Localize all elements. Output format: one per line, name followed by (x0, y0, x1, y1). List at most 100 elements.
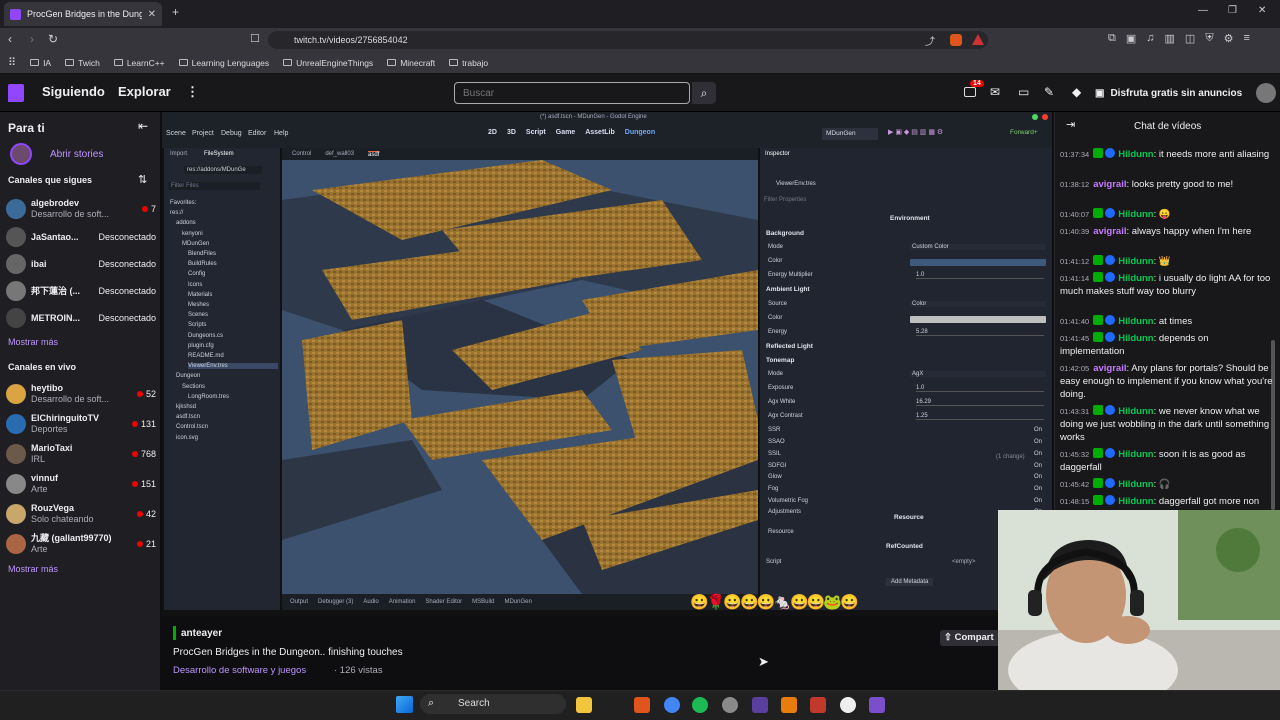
brush-icon[interactable]: ✎ (1044, 85, 1054, 99)
channel-name[interactable]: anteayer (181, 628, 222, 639)
bits-icon[interactable]: ◆ (1072, 85, 1081, 99)
turbo-promo-button[interactable]: ▣ Disfruta gratis sin anuncios (1095, 85, 1247, 101)
sidebar-icon[interactable]: ▥ (1165, 32, 1175, 45)
forward-icon[interactable]: › (30, 32, 34, 46)
chat-username[interactable]: Hildunn (1118, 449, 1153, 460)
vpn-icon[interactable]: ⛨ (1205, 32, 1213, 45)
collapse-sidebar-icon[interactable]: ⇤ (138, 119, 148, 133)
channel-category: Arte (31, 484, 48, 494)
chat-username[interactable]: Hildunn (1118, 496, 1153, 507)
inbox-icon[interactable]: ✉ (990, 85, 1000, 99)
chat-username[interactable]: Hildunn (1118, 273, 1153, 284)
new-tab-icon[interactable]: + (172, 5, 179, 19)
share-icon[interactable]: ⤴ (925, 33, 935, 48)
live-channel[interactable]: 九藏 (gallant99770) Arte 21 (6, 531, 156, 557)
app-icon[interactable] (752, 697, 768, 713)
live-channel[interactable]: MarioTaxi IRL 768 (6, 441, 156, 467)
chat-username[interactable]: Hildunn (1118, 406, 1153, 417)
chrome-icon[interactable] (664, 697, 680, 713)
show-more-followed[interactable]: Mostrar más (8, 337, 58, 347)
browse-link[interactable]: Explorar (118, 84, 171, 99)
extension-icon[interactable]: ⧉ (1108, 32, 1116, 45)
webcam-overlay (998, 510, 1280, 690)
chat-username[interactable]: Hildunn (1118, 256, 1153, 267)
minimize-icon[interactable]: — (1198, 5, 1208, 16)
screenshot-icon[interactable]: ▣ (1126, 32, 1136, 45)
chat-username[interactable]: avigrail (1093, 179, 1126, 190)
chat-username[interactable]: Hildunn (1118, 209, 1153, 220)
url-field[interactable]: twitch.tv/videos/2756854042 (268, 31, 988, 49)
res-path-field: res://addons/MDunGe (184, 166, 262, 174)
channel-avatar (6, 384, 26, 404)
bookmark-folder[interactable]: Twich (65, 58, 100, 68)
brave-browser-icon[interactable] (634, 697, 650, 713)
search-button[interactable]: ⌕ (692, 82, 716, 104)
for-you-heading: Para ti (8, 121, 45, 135)
bookmark-folder[interactable]: LearnC++ (113, 58, 165, 68)
prime-loot-icon[interactable] (964, 87, 976, 97)
taskbar-search[interactable]: Search (420, 694, 566, 714)
brave-rewards-icon[interactable] (972, 34, 984, 45)
chat-username[interactable]: Hildunn (1118, 333, 1153, 344)
bookmark-folder[interactable]: Learning Lenguages (178, 58, 269, 68)
collapse-chat-icon[interactable]: ⇥ (1066, 118, 1075, 131)
wallet-icon[interactable]: ◫ (1185, 32, 1195, 45)
chat-username[interactable]: Hildunn (1118, 479, 1153, 490)
sort-icon[interactable]: ⇅ (138, 173, 147, 186)
bookmark-folder[interactable]: UnrealEngineThings (283, 58, 373, 68)
live-channel[interactable]: vinnuf Arte 151 (6, 471, 156, 497)
twitch-logo[interactable] (8, 84, 24, 102)
close-tab-icon[interactable]: ✕ (148, 9, 156, 20)
resource-section: Resource (768, 529, 794, 535)
chat-timestamp: 01:45:42 (1060, 480, 1090, 489)
bookmark-folder[interactable]: Minecraft (387, 58, 435, 68)
apps-icon[interactable]: ⠿ (8, 56, 16, 69)
visual-studio-icon[interactable] (869, 697, 885, 713)
spotify-icon[interactable] (692, 697, 708, 713)
followed-channel[interactable]: 邦下蓮治 (... Desconectado (6, 278, 156, 304)
stream-category[interactable]: Desarrollo de software y juegos (173, 665, 306, 676)
back-icon[interactable]: ‹ (8, 32, 12, 46)
filesystem-item: Materials (188, 291, 213, 298)
channel-status: 7 (141, 204, 156, 214)
followed-channel[interactable]: ibai Desconectado (6, 251, 156, 277)
unreal-icon[interactable] (840, 697, 856, 713)
whispers-icon[interactable]: ▭ (1018, 85, 1029, 99)
chat-username[interactable]: avigrail (1093, 363, 1126, 374)
bookmark-folder[interactable]: trabajo (449, 58, 488, 68)
followed-channel[interactable]: algebrodev Desarrollo de soft... 7 (6, 196, 156, 222)
settings-app-icon[interactable] (722, 697, 738, 713)
open-stories-link[interactable]: Abrir stories (50, 149, 103, 160)
live-channel[interactable]: ElChiringuitoTV Deportes 131 (6, 411, 156, 437)
show-more-live[interactable]: Mostrar más (8, 564, 58, 574)
user-avatar[interactable] (1256, 83, 1276, 103)
bookmark-folder[interactable]: IA (30, 58, 51, 68)
followed-channel[interactable]: METROIN... Desconectado (6, 305, 156, 331)
live-channel[interactable]: RouzVega Solo chateando 42 (6, 501, 156, 527)
channel-status: Desconectado (98, 286, 156, 296)
brave-shield-icon[interactable] (950, 34, 962, 46)
settings-icon[interactable]: ⚙ (1224, 32, 1234, 45)
windows-start-icon[interactable] (396, 696, 413, 713)
followed-channel[interactable]: JaSantao... Desconectado (6, 224, 156, 250)
chat-username[interactable]: avigrail (1093, 226, 1126, 237)
game-app-icon[interactable] (810, 697, 826, 713)
close-window-icon[interactable]: ✕ (1258, 5, 1266, 16)
chat-username[interactable]: Hildunn (1118, 149, 1153, 160)
file-explorer-icon[interactable] (576, 697, 592, 713)
more-menu-icon[interactable]: ⋮ (186, 84, 199, 100)
music-icon[interactable]: ♫ (1146, 32, 1154, 45)
bookmark-icon[interactable]: ☐ (250, 32, 260, 45)
filesystem-item: Scenes (188, 312, 209, 319)
browser-tab[interactable]: ProcGen Bridges in the Dungeon... ✕ (4, 2, 162, 26)
menu-icon[interactable]: ≡ (1243, 32, 1249, 45)
stories-avatar[interactable] (10, 143, 32, 165)
blender-icon[interactable] (781, 697, 797, 713)
share-button[interactable]: ⇧ Compart (940, 630, 1000, 646)
search-input[interactable] (454, 82, 690, 104)
live-channel[interactable]: heytibo Desarrollo de soft... 52 (6, 381, 156, 407)
chat-username[interactable]: Hildunn (1118, 316, 1153, 327)
following-link[interactable]: Siguiendo (42, 84, 105, 99)
reload-icon[interactable]: ↻ (48, 32, 58, 46)
maximize-icon[interactable]: ❐ (1228, 5, 1237, 16)
